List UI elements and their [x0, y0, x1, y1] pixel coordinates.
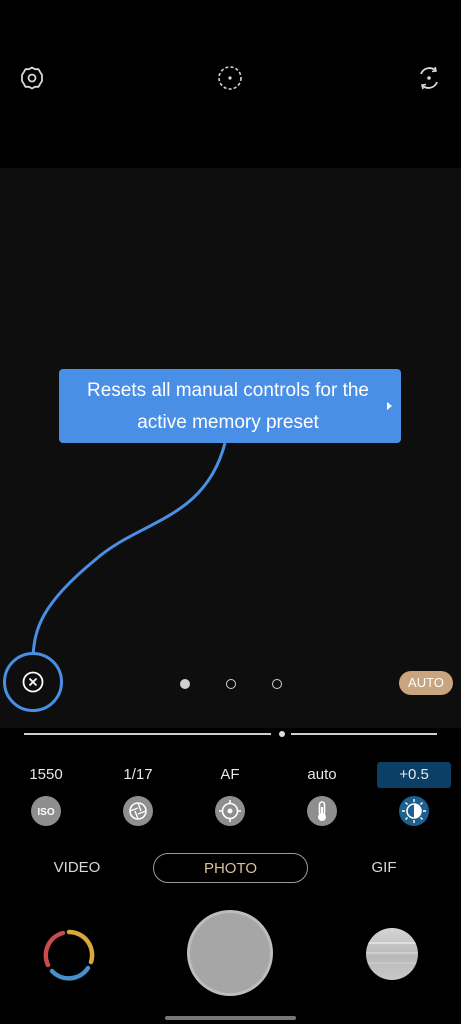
home-indicator[interactable]	[165, 1016, 296, 1020]
pager-dot-active[interactable]	[180, 679, 190, 689]
mode-video[interactable]: VIDEO	[40, 853, 114, 883]
mode-gif[interactable]: GIF	[355, 853, 413, 883]
shutter-speed-control[interactable]: 1/17	[98, 762, 178, 826]
thumbnail-streak	[366, 962, 418, 964]
color-filter-button[interactable]	[42, 928, 96, 982]
chevron-right-icon	[387, 402, 392, 410]
settings-button[interactable]	[12, 58, 52, 98]
focus-button[interactable]	[210, 58, 250, 98]
shutter-aperture-icon	[123, 796, 153, 826]
camera-screen: Resets all manual controls for the activ…	[0, 0, 461, 1024]
thumbnail-streak	[366, 952, 418, 954]
exposure-control[interactable]: +0.5	[374, 762, 454, 826]
exposure-value: +0.5	[377, 762, 451, 788]
adjust-slider-left[interactable]	[24, 733, 271, 735]
svg-text:ISO: ISO	[37, 807, 54, 818]
focus-target-icon	[215, 796, 245, 826]
thermometer-icon	[307, 796, 337, 826]
exposure-icon	[399, 796, 429, 826]
rotate-camera-icon	[420, 66, 438, 90]
mode-photo[interactable]: PHOTO	[153, 853, 308, 883]
preset-pager[interactable]	[178, 677, 288, 691]
viewfinder[interactable]	[0, 168, 461, 728]
iso-icon: ISO	[31, 796, 61, 826]
gear-icon	[21, 66, 43, 90]
iso-control[interactable]: 1550 ISO	[6, 762, 86, 826]
thumbnail-streak	[366, 942, 418, 944]
reset-controls-button[interactable]	[3, 652, 63, 712]
shutter-button[interactable]	[187, 910, 273, 996]
white-balance-value: auto	[307, 766, 337, 783]
pager-dot[interactable]	[226, 679, 236, 689]
slider-handle[interactable]	[279, 731, 285, 737]
close-circle-icon	[22, 671, 44, 693]
coachmark-tooltip[interactable]: Resets all manual controls for the activ…	[59, 369, 401, 443]
pager-dot[interactable]	[272, 679, 282, 689]
focus-control[interactable]: AF	[190, 762, 270, 826]
switch-camera-button[interactable]	[409, 58, 449, 98]
iso-value: 1550	[29, 766, 63, 783]
shutter-speed-value: 1/17	[123, 766, 153, 783]
tooltip-line-1: Resets all manual controls for the	[87, 380, 369, 401]
tooltip-line-2: active memory preset	[137, 412, 319, 433]
adjust-slider-right[interactable]	[291, 733, 437, 735]
gallery-thumbnail[interactable]	[366, 928, 418, 980]
focus-circle-icon	[218, 66, 242, 90]
auto-badge[interactable]: AUTO	[399, 671, 453, 695]
focus-value: AF	[220, 766, 240, 783]
white-balance-control[interactable]: auto	[282, 762, 362, 826]
